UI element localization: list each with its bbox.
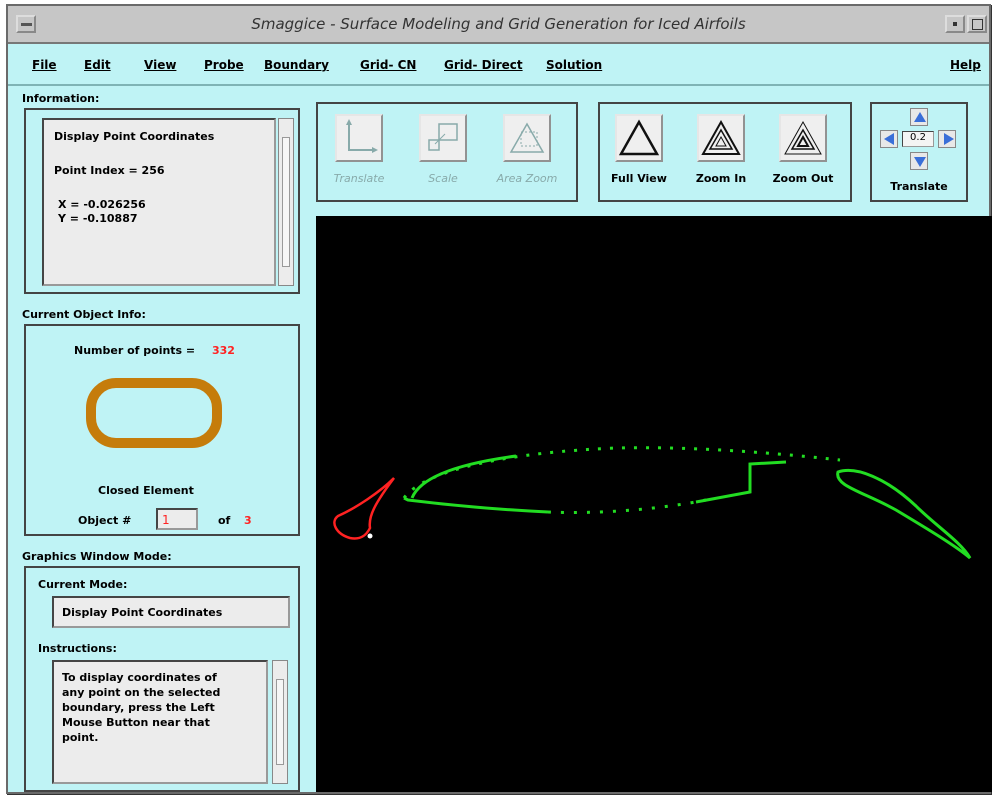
instructions-text: To display coordinates of any point on t… xyxy=(62,671,221,744)
airfoil-cove xyxy=(695,460,787,504)
information-textbox: Display Point Coordinates Point Index = … xyxy=(42,118,276,286)
menu-probe[interactable]: Probe xyxy=(204,58,244,72)
selected-point-marker xyxy=(367,533,373,539)
menu-file[interactable]: File xyxy=(32,58,57,72)
area-zoom-icon xyxy=(503,114,551,162)
number-of-points-label: Number of points = xyxy=(74,344,196,357)
translate-pad-label: Translate xyxy=(890,180,948,193)
axes-icon xyxy=(335,114,383,162)
arrow-right-icon xyxy=(944,133,954,145)
airfoil-flap xyxy=(836,469,972,560)
object-of-label: of xyxy=(218,514,231,527)
translate-step-value: 0.2 xyxy=(910,132,926,143)
element-type-label: Closed Element xyxy=(98,484,194,497)
arrow-up-icon xyxy=(914,112,926,122)
arrow-down-icon xyxy=(914,157,926,167)
menu-grid-cn[interactable]: Grid- CN xyxy=(360,58,416,72)
maximize-button[interactable] xyxy=(967,15,987,33)
current-mode-label: Current Mode: xyxy=(38,578,128,591)
translate-tool-button[interactable]: Translate xyxy=(324,108,394,198)
graphics-canvas[interactable] xyxy=(316,216,992,792)
area-zoom-tool-button[interactable]: Area Zoom xyxy=(492,108,562,198)
full-view-icon xyxy=(615,114,663,162)
object-number-label: Object # xyxy=(78,514,132,527)
menu-solution[interactable]: Solution xyxy=(546,58,602,72)
y-coordinate-value: Y = -0.10887 xyxy=(58,212,138,225)
instructions-label: Instructions: xyxy=(38,642,117,655)
zoom-out-label: Zoom Out xyxy=(772,172,834,185)
graphics-mode-label: Graphics Window Mode: xyxy=(22,550,172,563)
scale-tool-button[interactable]: Scale xyxy=(408,108,478,198)
translate-right-button[interactable] xyxy=(938,130,956,148)
object-number-field[interactable]: 1 xyxy=(156,508,198,530)
title-bar: Smaggice - Surface Modeling and Grid Gen… xyxy=(8,6,989,44)
translate-tool-label: Translate xyxy=(333,172,385,185)
translate-pad: 0.2 Translate xyxy=(870,102,968,202)
full-view-button[interactable]: Full View xyxy=(604,108,674,198)
graphics-mode-panel: Current Mode: Display Point Coordinates … xyxy=(24,566,300,792)
number-of-points-value: 332 xyxy=(212,344,235,357)
airfoil-main-lower-dotted xyxy=(547,498,707,514)
x-coordinate-value: X = -0.026256 xyxy=(58,198,146,211)
instructions-scrollbar[interactable] xyxy=(272,660,288,784)
menu-bar: File Edit View Probe Boundary Grid- CN G… xyxy=(8,46,989,86)
menu-help[interactable]: Help xyxy=(950,58,981,72)
translate-left-button[interactable] xyxy=(880,130,898,148)
scale-icon xyxy=(419,114,467,162)
window-title: Smaggice - Surface Modeling and Grid Gen… xyxy=(251,15,746,33)
object-number-value: 1 xyxy=(162,513,170,527)
ice-shape xyxy=(333,477,396,540)
scale-tool-label: Scale xyxy=(428,172,458,185)
object-total-value: 3 xyxy=(244,514,252,527)
airfoil-main-leading-edge xyxy=(410,454,517,499)
scrollbar-thumb[interactable] xyxy=(276,679,284,765)
translate-up-button[interactable] xyxy=(910,108,928,126)
system-menu-icon xyxy=(21,23,32,26)
arrow-left-icon xyxy=(884,133,894,145)
zoom-in-button[interactable]: Zoom In xyxy=(686,108,756,198)
zoom-in-label: Zoom In xyxy=(695,172,747,185)
minimize-icon xyxy=(953,22,957,26)
menu-edit[interactable]: Edit xyxy=(84,58,111,72)
maximize-icon xyxy=(972,19,983,30)
minimize-button[interactable] xyxy=(945,15,965,33)
information-scrollbar[interactable] xyxy=(278,118,294,286)
information-panel: Display Point Coordinates Point Index = … xyxy=(24,108,300,294)
menu-boundary[interactable]: Boundary xyxy=(264,58,329,72)
current-object-label: Current Object Info: xyxy=(22,308,146,321)
zoom-in-icon xyxy=(697,114,745,162)
zoom-out-button[interactable]: Zoom Out xyxy=(768,108,838,198)
airfoil-main-lower xyxy=(403,496,549,514)
point-index-value: Point Index = 256 xyxy=(54,164,165,177)
translate-down-button[interactable] xyxy=(910,152,928,170)
information-heading: Display Point Coordinates xyxy=(54,130,215,143)
system-menu-button[interactable] xyxy=(16,15,36,33)
area-zoom-tool-label: Area Zoom xyxy=(496,172,558,185)
view-toolgroup: Full View Zoom In Zoom Out xyxy=(598,102,852,202)
app-window: Smaggice - Surface Modeling and Grid Gen… xyxy=(6,4,992,794)
full-view-label: Full View xyxy=(611,172,667,185)
instructions-textbox: To display coordinates of any point on t… xyxy=(52,660,268,784)
transform-toolgroup: Translate Scale Area Zoom xyxy=(316,102,578,202)
closed-element-icon xyxy=(86,378,222,448)
airfoil-main-element xyxy=(402,446,841,499)
menu-view[interactable]: View xyxy=(144,58,176,72)
information-label: Information: xyxy=(22,92,100,105)
current-mode-field: Display Point Coordinates xyxy=(52,596,290,628)
current-mode-value: Display Point Coordinates xyxy=(62,606,223,619)
translate-step-field[interactable]: 0.2 xyxy=(902,131,934,147)
menu-grid-direct[interactable]: Grid- Direct xyxy=(444,58,523,72)
zoom-out-icon xyxy=(779,114,827,162)
scrollbar-thumb[interactable] xyxy=(282,137,290,267)
current-object-panel: Number of points = 332 Closed Element Ob… xyxy=(24,324,300,536)
